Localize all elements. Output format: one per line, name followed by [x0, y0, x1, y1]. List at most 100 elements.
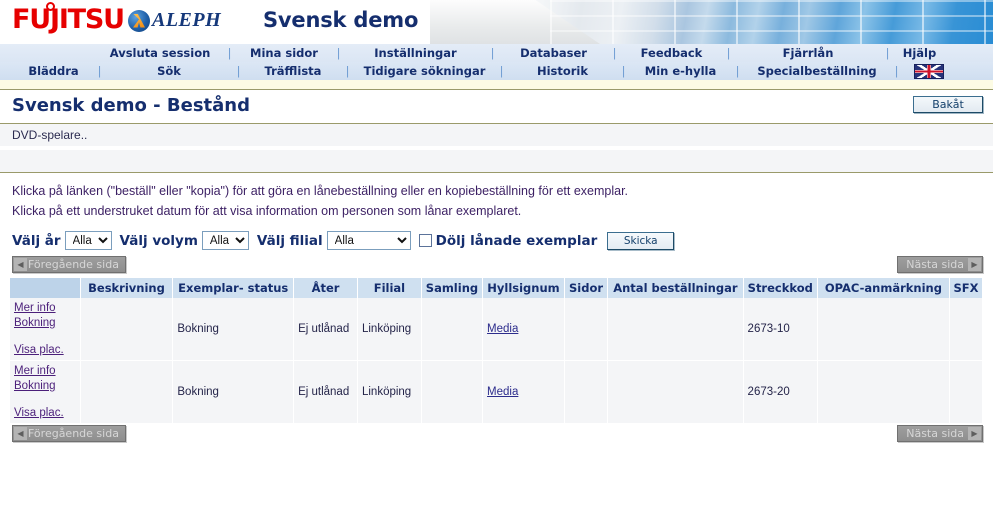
cell-filial: Linköping	[357, 360, 422, 424]
site-title: Svensk demo	[263, 8, 419, 32]
table-row: Mer info Bokning Visa plac. Bokning Ej u…	[10, 298, 984, 361]
cell-exemplar-status: Bokning	[172, 298, 295, 361]
aleph-logo-text: ALEPH	[152, 9, 222, 31]
chevron-right-icon: ▶	[968, 427, 981, 440]
show-location-link[interactable]: Visa plac.	[14, 343, 76, 358]
hide-loaned-checkbox[interactable]	[418, 234, 432, 247]
previous-page-button-top: ◀ Föregående sida	[12, 256, 126, 273]
cell-streckkod: 2673-10	[743, 298, 818, 361]
nav-item-min-e-hylla[interactable]: Min e-hylla	[628, 62, 733, 80]
pager-top: ◀ Föregående sida Nästa sida ▶	[0, 256, 993, 278]
volume-label: Välj volym	[119, 232, 198, 249]
cell-opac-anmarkning	[817, 298, 950, 361]
banner-building-image	[430, 0, 993, 44]
next-page-label: Nästa sida	[906, 258, 964, 271]
more-info-link[interactable]: Mer info	[14, 364, 76, 379]
uk-flag-icon[interactable]	[913, 63, 944, 79]
col-streckkod: Streckkod	[743, 278, 818, 298]
nav-item-tidigare-sokningar[interactable]: Tidigare sökningar	[352, 62, 497, 80]
back-button[interactable]: Bakåt	[913, 96, 983, 113]
cell-sidor	[564, 298, 609, 361]
cell-opac-anmarkning	[817, 360, 950, 424]
cell-antal-bestallningar	[607, 298, 744, 361]
page-title-bar: Svensk demo - Bestånd Bakåt	[0, 90, 993, 123]
col-sidor: Sidor	[564, 278, 609, 298]
nav-divider: |	[735, 64, 740, 78]
hyllsignum-link[interactable]: Media	[487, 323, 518, 335]
language-switch[interactable]	[901, 63, 956, 79]
nav-item-trafflista[interactable]: Träfflista	[243, 62, 343, 80]
cell-hyllsignum: Media	[482, 360, 565, 424]
filter-bar: Välj år Alla Välj volym Alla Välj filial…	[0, 225, 993, 254]
branch-select[interactable]: Alla	[326, 231, 411, 250]
nav-divider: |	[490, 46, 495, 60]
chevron-left-icon: ◀	[14, 258, 27, 271]
booking-link[interactable]: Bokning	[14, 379, 76, 394]
next-page-label: Nästa sida	[906, 427, 964, 440]
pager-bottom: ◀ Föregående sida Nästa sida ▶	[0, 425, 993, 447]
nav-item-specialbestallning[interactable]: Specialbeställning	[742, 62, 892, 80]
nav-item-fjarrlan[interactable]: Fjärrlån	[733, 44, 883, 62]
col-hyllsignum: Hyllsignum	[482, 278, 565, 298]
col-actions	[10, 278, 81, 298]
hide-loaned-label: Dölj lånade exemplar	[435, 232, 598, 249]
nav-item-mina-sidor[interactable]: Mina sidor	[234, 44, 334, 62]
cell-ater: Ej utlånad	[293, 298, 358, 361]
fujitsu-logo-text: FUJITSU	[12, 4, 125, 35]
nav-item-installningar[interactable]: Inställningar	[343, 44, 488, 62]
more-info-link[interactable]: Mer info	[14, 301, 76, 316]
booking-link[interactable]: Bokning	[14, 316, 76, 331]
col-beskrivning: Beskrivning	[80, 278, 174, 298]
nav-item-blaeddra[interactable]: Bläddra	[12, 62, 95, 80]
cell-samling	[421, 298, 484, 361]
col-opac-anmarkning: OPAC-anmärkning	[817, 278, 950, 298]
nav-item-avsluta-session[interactable]: Avsluta session	[95, 44, 225, 62]
nav-item-databaser[interactable]: Databaser	[497, 44, 610, 62]
fujitsu-logo: FUJITSU	[12, 2, 125, 35]
show-location-link[interactable]: Visa plac.	[14, 406, 76, 421]
accent-strip	[0, 80, 993, 89]
items-table: Beskrivning Exemplar- status Åter Filial…	[10, 278, 984, 424]
nav-item-feedback[interactable]: Feedback	[619, 44, 724, 62]
year-label: Välj år	[12, 232, 61, 249]
volume-select[interactable]: Alla	[201, 231, 249, 250]
instruction-line-2: Klicka på ett understruket datum för att…	[12, 204, 522, 218]
col-antal-bestallningar: Antal beställningar	[607, 278, 744, 298]
primary-nav: Avsluta session | Mina sidor | Inställni…	[0, 44, 993, 62]
col-samling: Samling	[421, 278, 484, 298]
nav-divider: |	[612, 46, 617, 60]
nav-divider: |	[885, 46, 890, 60]
cell-sfx	[949, 298, 984, 361]
previous-page-button-bottom: ◀ Föregående sida	[12, 425, 126, 442]
submit-button[interactable]: Skicka	[607, 231, 675, 250]
record-info-line-2	[0, 150, 993, 172]
record-info-line-1: DVD-spelare..	[0, 124, 993, 146]
next-page-button-top: Nästa sida ▶	[897, 256, 983, 273]
cell-exemplar-status: Bokning	[172, 360, 295, 424]
nav-divider: |	[336, 46, 341, 60]
page-title: Svensk demo - Bestånd	[12, 95, 250, 116]
items-table-wrap: Beskrivning Exemplar- status Åter Filial…	[0, 278, 993, 424]
nav-divider: |	[227, 46, 232, 60]
hyllsignum-link[interactable]: Media	[487, 386, 518, 398]
table-row: Mer info Bokning Visa plac. Bokning Ej u…	[10, 360, 984, 424]
nav-item-hjalp[interactable]: Hjälp	[892, 44, 947, 62]
nav-divider: |	[499, 64, 504, 78]
aleph-globe-icon	[128, 9, 150, 32]
nav-item-historik[interactable]: Historik	[506, 62, 619, 80]
site-banner: FUJITSU ALEPH Svensk demo	[0, 0, 993, 44]
cell-beskrivning	[80, 360, 174, 424]
nav-divider: |	[621, 64, 626, 78]
previous-page-label: Föregående sida	[28, 258, 119, 271]
chevron-right-icon: ▶	[968, 258, 981, 271]
cell-streckkod: 2673-20	[743, 360, 818, 424]
fujitsu-logo-mark-icon	[46, 2, 55, 11]
nav-divider: |	[345, 64, 350, 78]
aleph-logo: ALEPH	[128, 9, 221, 32]
nav-item-sok[interactable]: Sök	[104, 62, 234, 80]
nav-divider: |	[236, 64, 241, 78]
year-select[interactable]: Alla	[64, 231, 112, 250]
col-sfx: SFX	[949, 278, 984, 298]
branch-label: Välj filial	[256, 232, 323, 249]
